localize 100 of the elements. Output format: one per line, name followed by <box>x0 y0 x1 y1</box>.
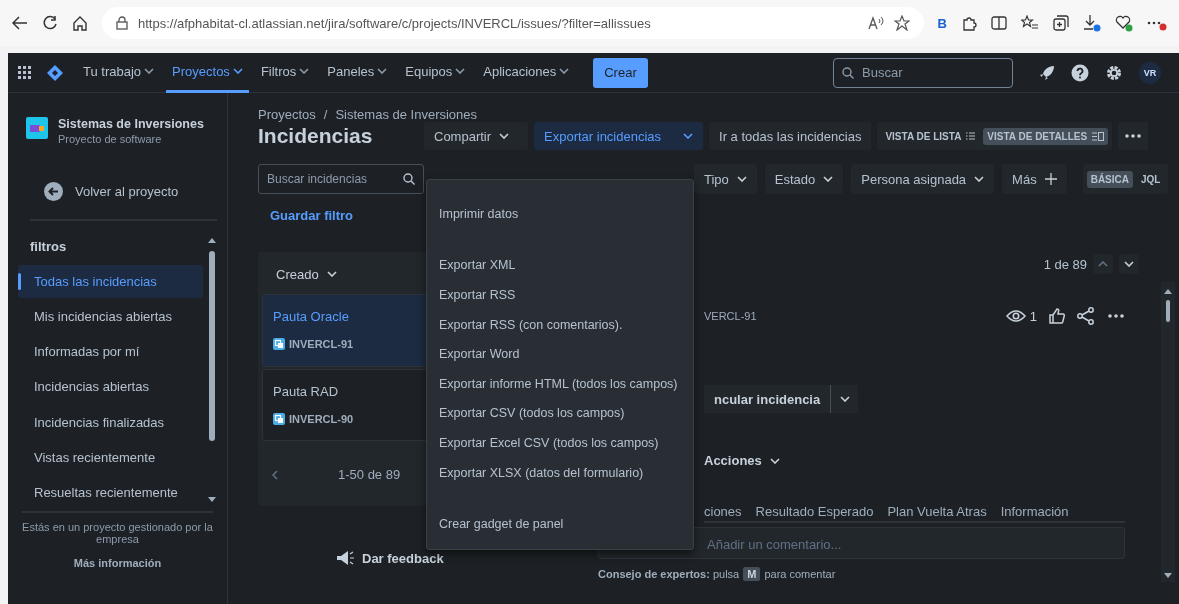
filter-dropdown[interactable]: Estado <box>764 164 844 194</box>
chevron-down-icon <box>736 176 747 182</box>
back-to-project-link[interactable]: Volver al proyecto <box>75 183 179 199</box>
more-info-link[interactable]: Más información <box>22 557 213 569</box>
sidebar-item[interactable]: Incidencias abiertas <box>18 370 203 404</box>
chevron-down-icon <box>326 271 337 278</box>
more-filters-button[interactable]: Más <box>1002 164 1067 194</box>
sidebar-item[interactable]: Incidencias finalizadas <box>18 405 203 439</box>
read-aloud-icon[interactable] <box>867 16 884 30</box>
chevron-down-icon <box>232 68 243 74</box>
create-button[interactable]: Crear <box>593 57 648 88</box>
view-option[interactable]: VISTA DE LISTA <box>881 127 980 145</box>
rocket-icon[interactable] <box>1039 64 1055 81</box>
view-option[interactable]: VISTA DE DETALLES <box>983 127 1109 145</box>
settings-icon[interactable] <box>1105 63 1123 82</box>
sort-button[interactable]: Creado <box>262 254 351 295</box>
back-icon[interactable] <box>12 16 28 30</box>
sidebar-item[interactable]: Resueltas recientemente <box>18 475 203 509</box>
more-icon[interactable] <box>1118 122 1149 150</box>
menu-item[interactable]: Exportar XML <box>427 255 693 276</box>
list-icon <box>966 132 976 140</box>
link-options-button[interactable] <box>830 385 859 413</box>
filter-dropdown[interactable]: Persona asignada <box>851 164 995 194</box>
share-button[interactable]: Compartir <box>424 122 528 150</box>
breadcrumb-separator: / <box>323 107 328 122</box>
nav-menu-item[interactable]: Filtros <box>254 52 316 93</box>
chevron-down-icon <box>377 68 388 74</box>
plus-icon <box>1044 173 1057 185</box>
tip-text: para comentar <box>764 568 836 580</box>
chevron-down-icon <box>455 68 466 74</box>
project-type: Proyecto de software <box>58 133 163 145</box>
pagination-label: 1-50 de 89 <box>338 467 401 482</box>
megaphone-icon <box>336 550 354 566</box>
chevron-up-icon <box>1098 261 1108 267</box>
nav-menu-item[interactable]: Paneles <box>321 52 394 93</box>
sidebar-item[interactable]: Mis incidencias abiertas <box>18 300 203 334</box>
search-icon <box>842 66 854 79</box>
chevron-down-icon <box>144 68 155 74</box>
help-icon[interactable] <box>1071 63 1089 82</box>
watcher-count: 1 <box>1029 308 1037 324</box>
nav-menu-item[interactable]: Tu trabajo <box>77 52 161 93</box>
search-mode-option[interactable]: JQL <box>1137 170 1165 188</box>
split-screen-icon[interactable] <box>991 15 1007 31</box>
more-icon[interactable] <box>1107 313 1125 319</box>
chevron-down-icon <box>1124 261 1134 267</box>
breadcrumb-link[interactable]: Sistemas de Inversiones <box>335 107 478 122</box>
address-bar[interactable]: https://afphabitat-cl.atlassian.net/jira/software/c/projects/INVERCL/issues/?filter=allissues <box>102 7 924 39</box>
star-icon[interactable] <box>893 15 910 31</box>
collections-icon[interactable] <box>1053 15 1069 31</box>
chevron-down-icon <box>559 68 570 74</box>
actions-button[interactable]: Acciones <box>704 453 780 468</box>
tab[interactable]: Plan Vuelta Atras <box>887 504 987 519</box>
chevron-left-icon[interactable] <box>272 469 278 480</box>
share-icon[interactable] <box>1077 307 1095 325</box>
scrollbar-icon[interactable] <box>1161 282 1175 582</box>
chevron-down-icon <box>299 68 310 74</box>
export-issues-button[interactable]: Exportar incidencias <box>534 122 704 150</box>
diamond-logo-icon[interactable] <box>47 64 63 81</box>
app-switcher-icon[interactable] <box>18 66 31 79</box>
eye-icon[interactable] <box>1005 309 1026 323</box>
subtask-icon <box>273 412 285 425</box>
sidebar-item[interactable]: Todas las incidencias <box>18 264 203 299</box>
breadcrumb-link[interactable]: Proyectos <box>258 107 316 122</box>
favorites-icon[interactable] <box>1021 15 1039 31</box>
issue-key: INVERCL-90 <box>289 412 354 425</box>
thumbs-up-icon[interactable] <box>1049 308 1065 324</box>
profile-badge[interactable]: B <box>937 15 947 31</box>
search-field[interactable]: Buscar <box>833 57 1013 88</box>
home-icon[interactable] <box>72 15 88 31</box>
tab[interactable]: ciones <box>704 504 742 519</box>
subtask-icon <box>273 338 285 351</box>
sidebar-item[interactable]: Vistas recientemente <box>18 440 203 474</box>
nav-menu-item[interactable]: Aplicaciones <box>477 52 576 93</box>
feedback-button[interactable]: Dar feedback <box>330 546 558 570</box>
filter-dropdown[interactable]: Tipo <box>694 164 757 194</box>
nav-menu-item[interactable]: Equipos <box>399 52 472 93</box>
detail-view-icon <box>1092 131 1105 141</box>
issue-search-field[interactable]: Buscar incidencias <box>258 164 424 194</box>
menu-item[interactable]: Imprimir datos <box>427 204 693 224</box>
link-issue-button[interactable]: ncular incidencia <box>704 385 831 413</box>
reload-icon[interactable] <box>42 15 58 31</box>
nav-menu-item[interactable]: Proyectos <box>166 52 249 93</box>
tab[interactable]: Información <box>1000 504 1069 519</box>
search-icon <box>403 173 415 185</box>
tab[interactable]: Resultado Esperado <box>755 504 874 519</box>
next-issue-button[interactable] <box>1119 254 1139 274</box>
tip-text: Consejo de expertos: pulsa <box>598 568 740 580</box>
project-name: Sistemas de Inversiones <box>58 117 204 131</box>
search-mode-option[interactable]: BÁSICA <box>1086 170 1133 188</box>
chevron-down-icon <box>683 133 694 139</box>
user-avatar[interactable]: VR <box>1139 61 1161 84</box>
download-icon[interactable] <box>1083 14 1101 32</box>
chevron-down-icon <box>499 133 510 139</box>
puzzle-icon[interactable] <box>961 15 977 31</box>
menu-item[interactable]: Exportar XLSX (datos del formulario) <box>427 462 693 483</box>
go-to-all-issues-button[interactable]: Ir a todas las incidencias <box>709 122 872 150</box>
heart-pulse-icon[interactable] <box>1115 14 1133 32</box>
issue-counter: 1 de 89 <box>1043 256 1087 272</box>
chevron-down-icon <box>823 176 834 182</box>
sidebar-item[interactable]: Informadas por mí <box>18 335 203 369</box>
